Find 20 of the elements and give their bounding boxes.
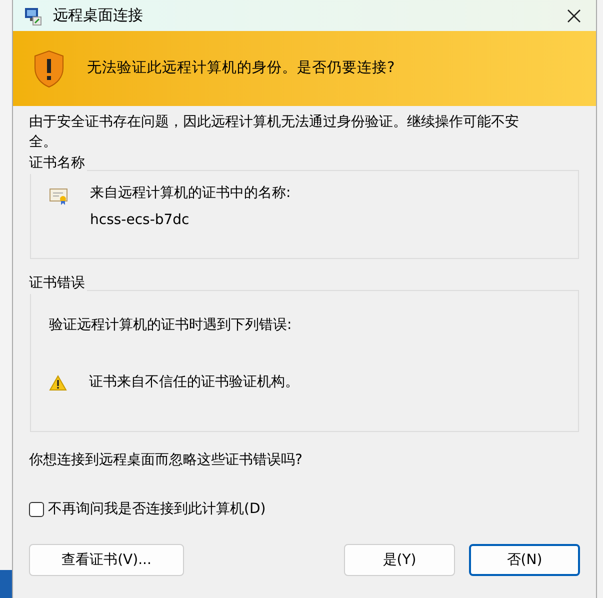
shield-warning-icon <box>33 50 65 88</box>
checkbox[interactable] <box>29 502 44 517</box>
window-title: 远程桌面连接 <box>53 5 144 26</box>
view-certificate-button[interactable]: 查看证书(V)... <box>29 544 184 576</box>
question-text: 你想连接到远程桌面而忽略这些证书错误吗? <box>29 451 304 470</box>
dialog-button[interactable]: 是(Y) <box>344 544 455 576</box>
group-title: 证书名称 <box>29 153 87 174</box>
errors-intro: 验证远程计算机的证书时遇到下列错误: <box>49 316 293 335</box>
monitor-icon <box>23 6 43 26</box>
checkbox-label[interactable]: 不再询问我是否连接到此计算机(D) <box>48 499 266 520</box>
certificate-name-label: 来自远程计算机的证书中的名称: <box>90 184 291 203</box>
warning-icon <box>49 374 67 390</box>
error-message: 证书来自不信任的证书验证机构。 <box>89 373 299 392</box>
dialog-button[interactable]: 否(N) <box>469 544 580 576</box>
close-icon <box>567 8 581 22</box>
intro-text: 由于安全证书存在问题，因此远程计算机无法通过身份验证。继续操作可能不安全。 <box>29 113 519 152</box>
group-title: 证书错误 <box>29 273 87 294</box>
certificate-icon <box>49 187 69 207</box>
certificate-name-value: hcss-ecs-b7dc <box>90 211 190 230</box>
warning-message: 无法验证此远程计算机的身份。是否仍要连接? <box>87 58 395 78</box>
